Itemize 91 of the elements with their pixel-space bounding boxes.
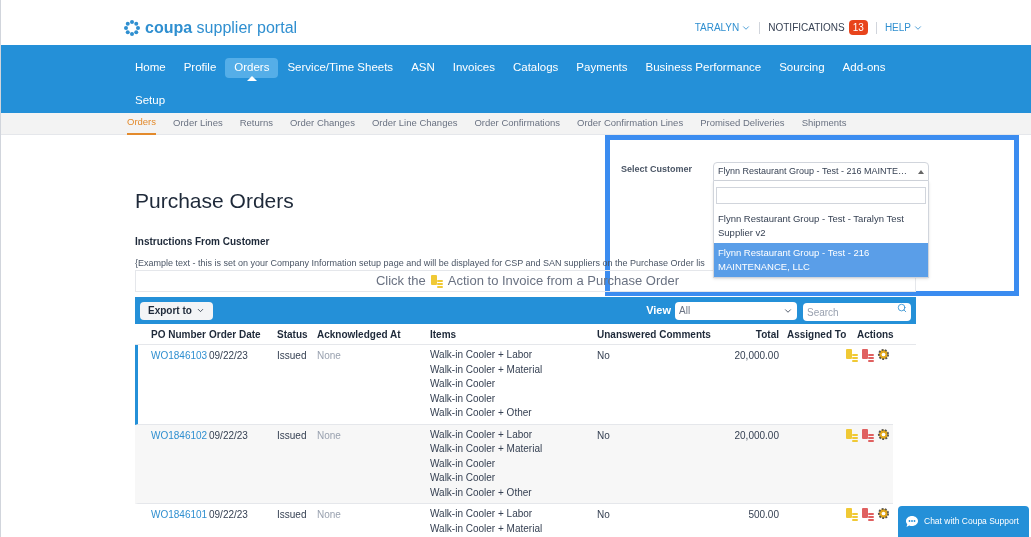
sub-tab[interactable]: Promised Deliveries (700, 112, 785, 135)
item-text: Walk-in Cooler + Other (430, 485, 533, 500)
select-label: Select Customer (621, 163, 693, 176)
po-link[interactable]: WO1846102 (151, 429, 208, 441)
column-header: Assigned To (786, 327, 848, 342)
notification-count: 13 (848, 20, 868, 35)
view-select[interactable]: All (675, 301, 797, 320)
search-field[interactable]: Search (803, 303, 911, 321)
user-menu[interactable]: TARALYN (686, 20, 760, 35)
dropdown-option[interactable]: Flynn Restaurant Group - Test - 216 MAINTENANCE, LLC (714, 243, 928, 277)
dropdown-option[interactable]: Flynn Restaurant Group - Test - Taralyn Test Supplier v2 (714, 209, 928, 243)
customer-select[interactable]: Flynn Restaurant Group - Test - 216 MAINTE… (713, 162, 929, 181)
column-header: PO Number (150, 327, 207, 342)
chat-icon (906, 516, 918, 527)
gear-icon[interactable] (877, 348, 890, 361)
nav-tab[interactable]: Orders (225, 57, 279, 78)
table-cell-text: 09/22/23 (209, 349, 249, 363)
sub-tab[interactable]: Returns (239, 112, 273, 135)
nav-tab[interactable]: Service/Time Sheets (278, 57, 403, 78)
item-text: Walk-in Cooler (430, 391, 497, 406)
table-row[interactable]: WO1846103 09/22/23 Issued None Walk-in Cooler + Labor Walk-in Cooler + Material Walk-in Cooler Walk-in Cooler Walk-in Cooler + Other No 20,000.00 (135, 345, 893, 425)
table-cell-text: None (317, 428, 342, 443)
column-header: Unanswered Comments (597, 327, 712, 342)
item-text: Walk-in Cooler + Material (430, 442, 544, 456)
instructions-heading: Instructions From Customer (135, 234, 270, 249)
item-text: Walk-in Cooler + Material (430, 521, 544, 536)
sub-tab[interactable]: Order Line Changes (371, 112, 458, 135)
page-title: Purchase Orders (135, 188, 294, 214)
sub-tab[interactable]: Orders (127, 112, 157, 135)
nav-tab[interactable]: Invoices (443, 57, 504, 78)
table-cell-text: None (317, 508, 342, 522)
table-cell-text: No (597, 349, 611, 363)
item-text: Walk-in Cooler + Labor (430, 427, 534, 442)
sub-tab[interactable]: Order Changes (289, 112, 355, 135)
item-text: Walk-in Cooler + Labor (430, 348, 534, 362)
po-link[interactable]: WO1846101 (151, 509, 208, 520)
table-row[interactable]: WO1846102 09/22/23 Issued None Walk-in Cooler + Labor Walk-in Cooler + Material Walk-in Cooler Walk-in Cooler Walk-in Cooler + Other No 20,000.00 (135, 424, 893, 504)
nav-tab[interactable]: Profile (174, 57, 226, 78)
sub-tab[interactable]: Order Lines (173, 112, 223, 135)
table-cell-text: 09/22/23 (209, 428, 249, 443)
nav-tab[interactable]: Business Performance (636, 57, 771, 78)
gear-icon[interactable] (877, 507, 890, 520)
column-header: Acknowledged At (317, 327, 402, 342)
column-header: Order Date (209, 327, 262, 342)
nav-tab[interactable]: Catalogs (503, 57, 568, 78)
logo-text: coupa supplier portal (145, 17, 298, 38)
table-cell-text: No (597, 508, 611, 522)
help-menu[interactable]: HELP (876, 20, 931, 35)
column-header: Items (429, 327, 458, 342)
gear-icon[interactable] (877, 427, 890, 441)
coins-icon[interactable] (861, 427, 875, 442)
item-text: Walk-in Cooler + Material (430, 362, 544, 377)
table-cell-text: Issued (277, 349, 308, 363)
view-label: View (646, 303, 671, 319)
table-cell-text: Issued (277, 508, 308, 522)
item-text: Walk-in Cooler (430, 471, 497, 485)
column-header: Status (277, 327, 309, 342)
export-button[interactable]: Export to (140, 301, 213, 320)
nav-tab[interactable]: ASN (402, 57, 444, 78)
chat-button[interactable]: Chat with Coupa Support (898, 506, 1029, 537)
nav-tab[interactable]: Add-ons (833, 57, 895, 78)
table-cell-text: None (317, 349, 342, 363)
pointer-icon (246, 76, 257, 81)
dropdown-search-field[interactable] (716, 186, 926, 204)
sub-tab[interactable]: Order Confirmation Lines (577, 112, 684, 135)
table-cell-text: 500.00 (747, 508, 779, 522)
logo-icon (123, 18, 141, 37)
table-cell-text: 20,000.00 (733, 349, 779, 363)
table-cell-text: 09/22/23 (209, 508, 249, 522)
po-link[interactable]: WO1846103 (151, 350, 208, 361)
search-icon[interactable] (897, 302, 907, 313)
nav-tab[interactable]: Setup (126, 90, 175, 111)
nav-tab[interactable]: Payments (567, 57, 637, 78)
table-cell-text: 20,000.00 (733, 428, 779, 443)
coins-icon[interactable] (861, 507, 875, 521)
item-text: Walk-in Cooler + Other (430, 406, 533, 420)
coins-icon[interactable] (861, 348, 875, 362)
caret-icon (918, 169, 924, 174)
chevron-icon (195, 306, 205, 315)
table-cell-text: Issued (277, 428, 308, 443)
item-text: Walk-in Cooler (430, 377, 497, 391)
sub-tab[interactable]: Order Confirmations (474, 112, 560, 135)
column-header: Total (754, 327, 779, 342)
nav-tab[interactable]: Home (126, 57, 175, 78)
column-header: Actions (856, 327, 895, 342)
table-cell-text: No (597, 428, 611, 443)
item-text: Walk-in Cooler (430, 456, 497, 471)
nav-tab[interactable]: Sourcing (770, 57, 834, 78)
item-text: Walk-in Cooler + Labor (430, 507, 534, 521)
hint-text: Click the (375, 272, 426, 291)
sub-tab[interactable]: Shipments (801, 112, 847, 135)
